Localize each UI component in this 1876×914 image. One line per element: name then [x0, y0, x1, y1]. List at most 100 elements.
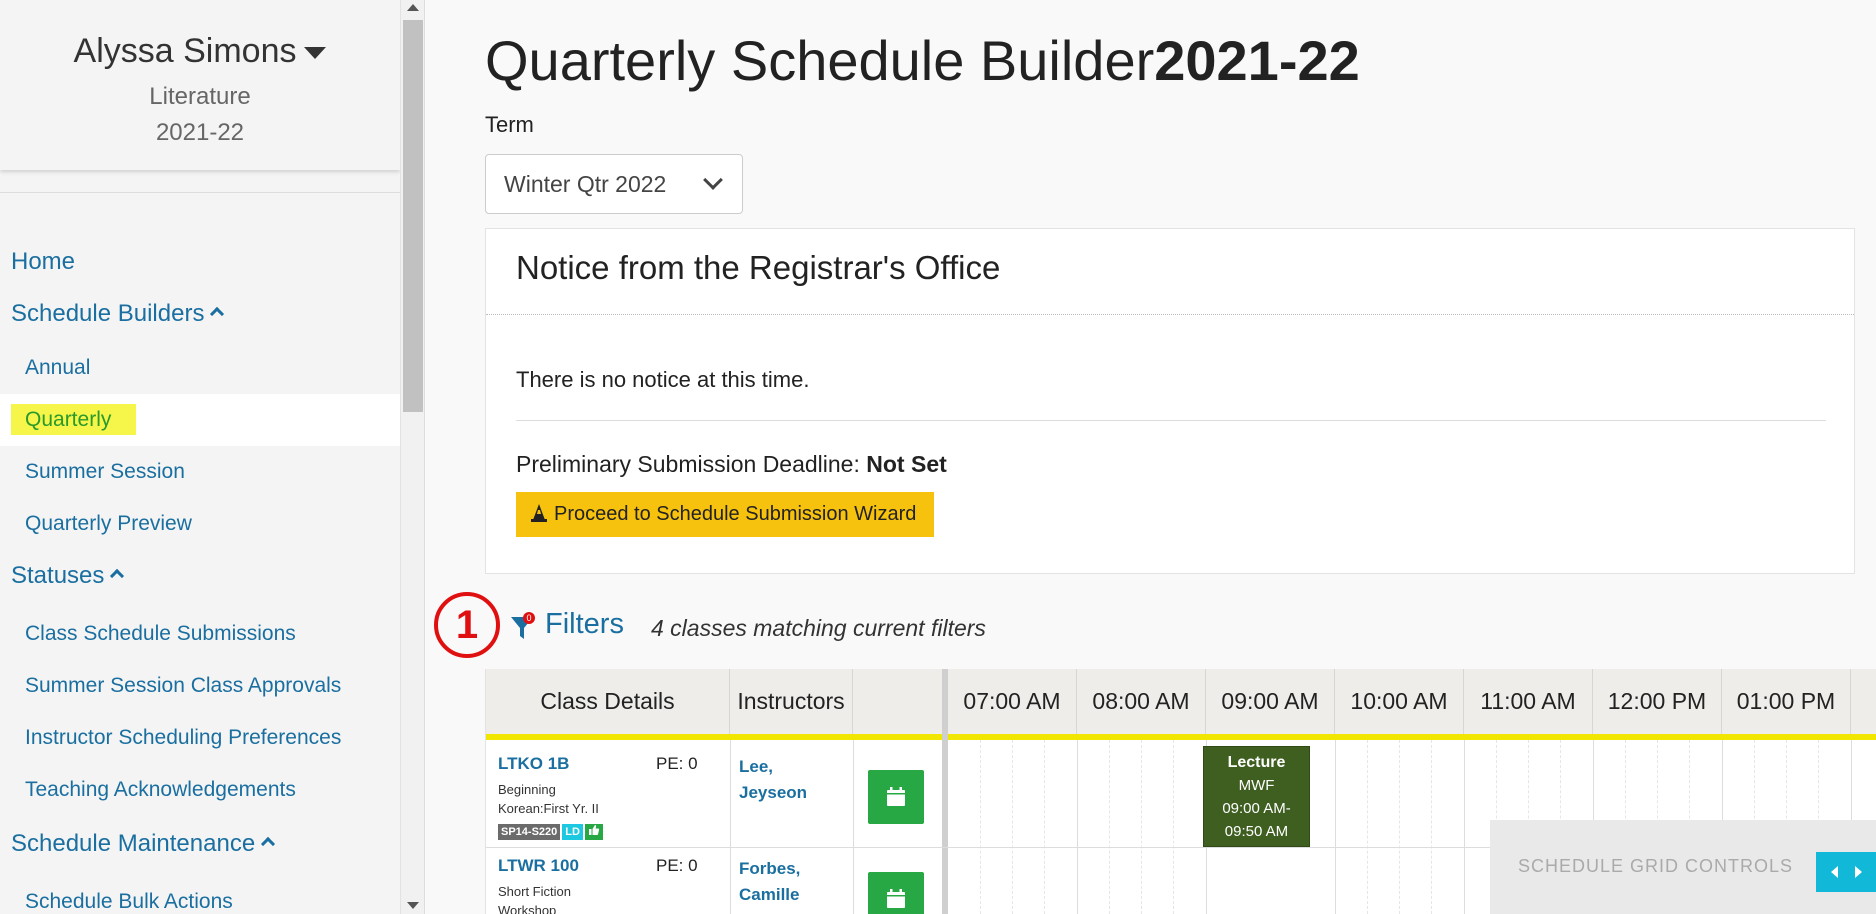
nav-schedule-maintenance-label: Schedule Maintenance	[11, 830, 256, 857]
nav-summer-session-label: Summer Session	[25, 460, 185, 483]
deadline-label: Preliminary Submission Deadline:	[516, 451, 860, 477]
notice-text: There is no notice at this time.	[516, 367, 810, 392]
sidebar-scrollbar[interactable]	[400, 0, 424, 914]
header-time: 10:00 AM	[1335, 669, 1464, 734]
nav-instructor-scheduling-preferences[interactable]: Instructor Scheduling Preferences	[0, 712, 400, 764]
header-class-details: Class Details	[486, 669, 730, 734]
annotation-marker: 1	[434, 592, 500, 658]
lecture-type: Lecture	[1227, 754, 1286, 771]
class-pe: PE: 0	[656, 754, 698, 773]
wizard-button-label: Proceed to Schedule Submission Wizard	[554, 503, 917, 525]
user-box: Alyssa Simons Literature 2021-22	[0, 0, 400, 170]
nav-summer-session-class-approvals[interactable]: Summer Session Class Approvals	[0, 660, 400, 712]
main-content: Quarterly Schedule Builder2021-22 Term W…	[424, 0, 1876, 914]
header-instructors: Instructors	[730, 669, 853, 734]
scroll-down-arrow-icon[interactable]	[407, 902, 419, 909]
filter-count-badge: 0	[526, 613, 531, 623]
ld-badge: LD	[562, 824, 583, 840]
instructor-last-name: Lee,	[739, 757, 774, 776]
header-time: 09:00 AM	[1206, 669, 1335, 734]
header-time: 11:00 AM	[1464, 669, 1593, 734]
nav-statuses-label: Statuses	[11, 562, 105, 589]
header-actions	[853, 669, 942, 734]
thumbs-up-icon	[584, 824, 603, 840]
chevron-up-icon	[110, 568, 125, 584]
submission-deadline: Preliminary Submission Deadline: Not Set	[516, 451, 947, 478]
sidebar-divider	[0, 192, 400, 193]
user-menu[interactable]: Alyssa Simons	[0, 32, 400, 71]
grid-scroll-button[interactable]	[1816, 852, 1876, 892]
class-pe: PE: 0	[656, 856, 698, 875]
lecture-start-time: 09:00 AM-	[1222, 800, 1291, 817]
instructor-first-name: Camille	[739, 885, 800, 904]
lecture-days: MWF	[1238, 777, 1275, 794]
class-details-cell: LTWR 100 PE: 0 Short Fiction Workshop	[498, 856, 728, 914]
term-select-value: Winter Qtr 2022	[504, 171, 667, 197]
nav-statuses[interactable]: Statuses	[0, 550, 400, 602]
schedule-calendar-button[interactable]	[868, 770, 924, 824]
header-time: 12:00 PM	[1593, 669, 1722, 734]
room-badge: SP14-S220	[498, 824, 561, 840]
nav-schedule-builders[interactable]: Schedule Builders	[0, 288, 400, 340]
filter-match-count: 4 classes matching current filters	[651, 615, 986, 641]
grid-controls-label: SCHEDULE GRID CONTROLS	[1518, 856, 1794, 876]
instructor-link[interactable]: Forbes, Camille	[739, 856, 800, 908]
notice-divider	[486, 314, 1854, 315]
nav-schedule-maintenance[interactable]: Schedule Maintenance	[0, 818, 400, 870]
notice-title: Notice from the Registrar's Office	[516, 249, 1001, 286]
class-description-line: Beginning	[498, 782, 556, 797]
schedule-grid-header: Class Details Instructors 07:00 AM 08:00…	[486, 669, 1876, 740]
nav-schedule-bulk-actions[interactable]: Schedule Bulk Actions	[0, 876, 400, 914]
nav-home[interactable]: Home	[0, 236, 400, 288]
scroll-thumb[interactable]	[403, 20, 423, 412]
nav-annual[interactable]: Annual	[0, 342, 400, 394]
chevron-down-icon	[703, 170, 723, 190]
header-time: 08:00 AM	[1077, 669, 1206, 734]
lecture-block[interactable]: Lecture MWF 09:00 AM- 09:50 AM	[1203, 746, 1310, 847]
class-description-line: Short Fiction	[498, 884, 571, 899]
nav-schedule-bulk-actions-label: Schedule Bulk Actions	[25, 890, 233, 913]
class-description-line: Korean:First Yr. II	[498, 801, 599, 816]
class-description-line: Workshop	[498, 903, 557, 914]
page-title-text: Quarterly Schedule Builder	[485, 29, 1155, 92]
class-details-cell: LTKO 1B PE: 0 Beginning Korean:First Yr. …	[498, 754, 728, 840]
page-title: Quarterly Schedule Builder2021-22	[485, 28, 1360, 93]
filters-toggle[interactable]: Filters	[545, 608, 624, 641]
scroll-up-arrow-icon[interactable]	[407, 4, 419, 11]
filter-icon[interactable]: 0	[509, 612, 539, 642]
header-time: 01:00 PM	[1722, 669, 1851, 734]
nav-summer-session-class-approvals-label: Summer Session Class Approvals	[25, 674, 342, 697]
class-description: Short Fiction Workshop	[498, 882, 728, 914]
calendar-icon	[887, 787, 905, 806]
nav-quarterly-label: Quarterly	[11, 404, 137, 435]
sidebar: Alyssa Simons Literature 2021-22 Home Sc…	[0, 0, 400, 914]
submission-wizard-button[interactable]: Proceed to Schedule Submission Wizard	[516, 492, 934, 537]
lecture-end-time: 09:50 AM	[1224, 823, 1289, 840]
nav-class-schedule-submissions[interactable]: Class Schedule Submissions	[0, 608, 400, 660]
term-label: Term	[485, 112, 534, 137]
nav-quarterly[interactable]: Quarterly	[0, 394, 400, 446]
schedule-calendar-button[interactable]	[868, 872, 924, 914]
page-title-year: 2021-22	[1154, 29, 1360, 92]
instructor-first-name: Jeyseon	[739, 783, 808, 802]
chevron-up-icon	[261, 836, 276, 852]
wizard-hat-icon	[531, 504, 547, 522]
instructor-link[interactable]: Lee, Jeyseon	[739, 754, 807, 806]
class-description: Beginning Korean:First Yr. II	[498, 780, 728, 818]
user-department: Literature	[149, 83, 251, 110]
nav-teaching-acknowledgements[interactable]: Teaching Acknowledgements	[0, 764, 400, 816]
deadline-value: Not Set	[866, 451, 947, 477]
nav-home-label: Home	[11, 248, 76, 275]
nav-annual-label: Annual	[25, 356, 91, 379]
term-select[interactable]: Winter Qtr 2022	[485, 154, 743, 214]
nav-summer-session[interactable]: Summer Session	[0, 446, 400, 498]
user-year: 2021-22	[155, 119, 245, 146]
calendar-icon	[887, 889, 905, 908]
schedule-grid-controls[interactable]: SCHEDULE GRID CONTROLS	[1490, 820, 1876, 914]
nav-quarterly-preview-label: Quarterly Preview	[25, 512, 192, 535]
nav-schedule-builders-label: Schedule Builders	[11, 300, 205, 327]
notice-divider	[516, 420, 1826, 421]
arrow-left-icon[interactable]	[1831, 866, 1838, 878]
arrow-right-icon[interactable]	[1855, 866, 1862, 878]
nav-quarterly-preview[interactable]: Quarterly Preview	[0, 498, 400, 550]
